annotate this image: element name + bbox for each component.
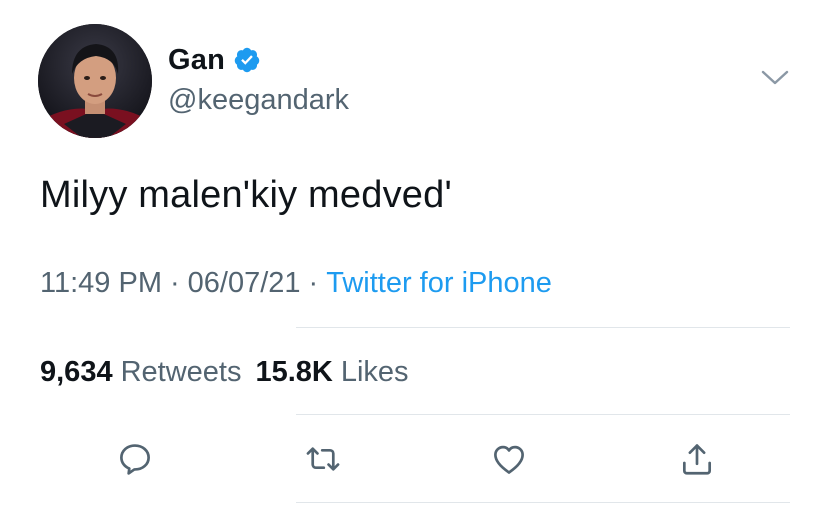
divider xyxy=(296,327,790,328)
likes-label: Likes xyxy=(340,356,409,388)
heart-icon xyxy=(494,445,524,474)
divider xyxy=(296,502,790,503)
tweet-stats: 9,634 Retweets 15.8K Likes xyxy=(40,356,409,389)
like-button[interactable] xyxy=(486,436,532,482)
avatar[interactable] xyxy=(38,24,152,138)
tweet-text: Milyy malen'kiy medved' xyxy=(40,174,452,216)
tweet-source-link[interactable]: Twitter for iPhone xyxy=(326,267,552,299)
display-name[interactable]: Gan xyxy=(168,44,225,77)
tweet-card: Gan @keegandark Milyy malen'kiy medved' … xyxy=(0,0,828,505)
reply-button[interactable] xyxy=(112,436,158,482)
likes-count: 15.8K xyxy=(255,356,333,388)
author-handle[interactable]: @keegandark xyxy=(168,84,349,117)
share-icon xyxy=(682,444,712,475)
likes-stat[interactable]: 15.8K Likes xyxy=(255,356,408,388)
comment-icon xyxy=(120,444,150,475)
retweet-icon xyxy=(306,447,340,471)
separator: · xyxy=(169,267,180,299)
verified-badge-icon xyxy=(234,47,260,73)
chevron-down-icon[interactable] xyxy=(760,68,790,88)
separator: · xyxy=(308,267,319,299)
author-name-row: Gan xyxy=(168,42,261,78)
retweets-label: Retweets xyxy=(120,356,242,388)
retweets-stat[interactable]: 9,634 Retweets xyxy=(40,356,241,388)
tweet-time[interactable]: 11:49 PM xyxy=(40,267,162,299)
share-button[interactable] xyxy=(674,436,720,482)
divider xyxy=(296,414,790,415)
retweets-count: 9,634 xyxy=(40,356,113,388)
tweet-meta: 11:49 PM · 06/07/21 · Twitter for iPhone xyxy=(40,267,552,300)
tweet-date[interactable]: 06/07/21 xyxy=(188,267,301,299)
retweet-button[interactable] xyxy=(300,436,346,482)
